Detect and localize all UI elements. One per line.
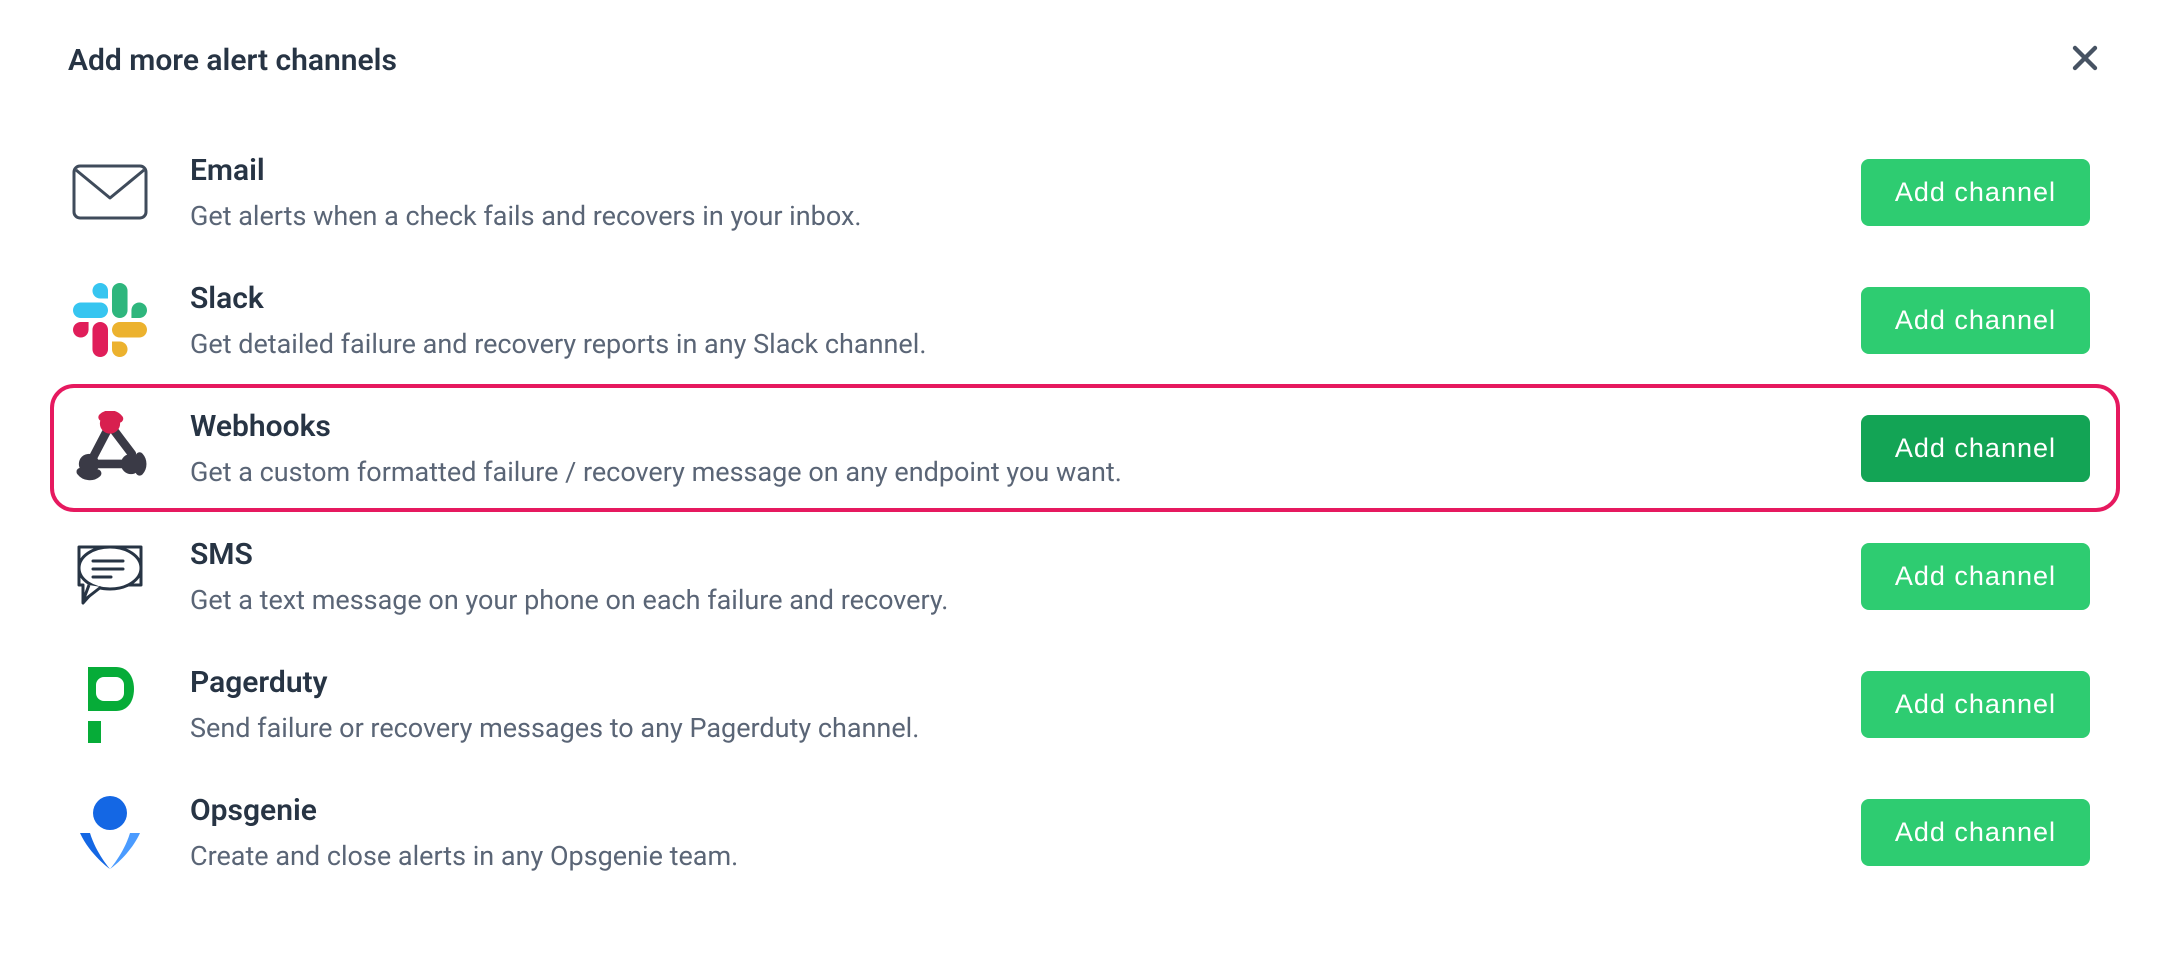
channel-title: Webhooks xyxy=(190,409,1821,444)
channel-row-slack: Slack Get detailed failure and recovery … xyxy=(50,256,2120,384)
channel-title: Pagerduty xyxy=(190,665,1821,700)
dialog-add-alert-channels: Add more alert channels Email Get alerts… xyxy=(0,0,2170,916)
channel-row-sms: SMS Get a text message on your phone on … xyxy=(50,512,2120,640)
channel-text: Slack Get detailed failure and recovery … xyxy=(190,281,1821,360)
close-icon[interactable] xyxy=(2070,40,2100,80)
opsgenie-icon xyxy=(70,792,150,872)
add-channel-button[interactable]: Add channel xyxy=(1861,799,2090,866)
channel-row-opsgenie: Opsgenie Create and close alerts in any … xyxy=(50,768,2120,896)
channel-desc: Get a text message on your phone on each… xyxy=(190,584,1821,616)
channel-desc: Get detailed failure and recovery report… xyxy=(190,328,1821,360)
sms-icon xyxy=(70,536,150,616)
channel-title: Email xyxy=(190,153,1821,188)
channel-row-webhooks: Webhooks Get a custom formatted failure … xyxy=(50,384,2120,512)
channel-desc: Get a custom formatted failure / recover… xyxy=(190,456,1821,488)
channel-desc: Send failure or recovery messages to any… xyxy=(190,712,1821,744)
add-channel-button[interactable]: Add channel xyxy=(1861,543,2090,610)
dialog-title: Add more alert channels xyxy=(68,43,397,78)
channel-list: Email Get alerts when a check fails and … xyxy=(50,128,2120,896)
channel-text: Pagerduty Send failure or recovery messa… xyxy=(190,665,1821,744)
channel-row-email: Email Get alerts when a check fails and … xyxy=(50,128,2120,256)
pagerduty-icon xyxy=(70,664,150,744)
channel-text: Opsgenie Create and close alerts in any … xyxy=(190,793,1821,872)
channel-text: SMS Get a text message on your phone on … xyxy=(190,537,1821,616)
slack-icon xyxy=(70,280,150,360)
email-icon xyxy=(70,152,150,232)
dialog-header: Add more alert channels xyxy=(50,40,2120,80)
channel-title: Opsgenie xyxy=(190,793,1821,828)
channel-title: Slack xyxy=(190,281,1821,316)
channel-desc: Get alerts when a check fails and recove… xyxy=(190,200,1821,232)
channel-row-pagerduty: Pagerduty Send failure or recovery messa… xyxy=(50,640,2120,768)
add-channel-button[interactable]: Add channel xyxy=(1861,159,2090,226)
add-channel-button[interactable]: Add channel xyxy=(1861,415,2090,482)
channel-text: Webhooks Get a custom formatted failure … xyxy=(190,409,1821,488)
add-channel-button[interactable]: Add channel xyxy=(1861,671,2090,738)
webhooks-icon xyxy=(70,408,150,488)
add-channel-button[interactable]: Add channel xyxy=(1861,287,2090,354)
channel-title: SMS xyxy=(190,537,1821,572)
channel-desc: Create and close alerts in any Opsgenie … xyxy=(190,840,1821,872)
channel-text: Email Get alerts when a check fails and … xyxy=(190,153,1821,232)
